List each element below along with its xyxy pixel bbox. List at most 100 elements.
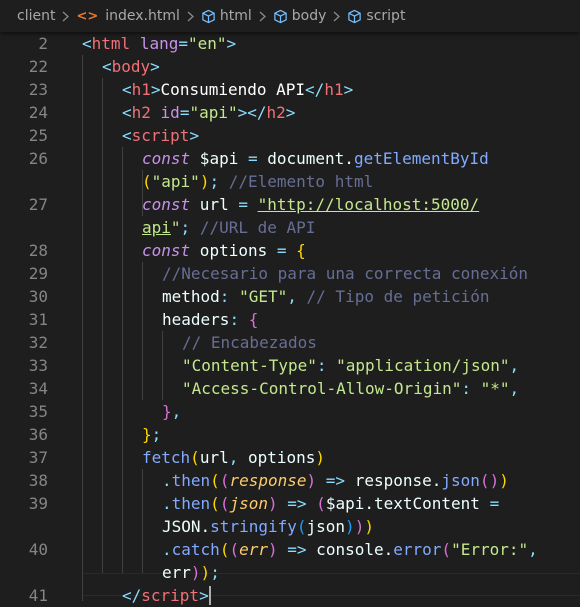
cube-icon [201, 9, 216, 24]
code-line[interactable]: 37 fetch(url, options) [0, 446, 580, 469]
html-file-icon: <> [76, 8, 99, 24]
code-text: err)); [162, 561, 220, 584]
code-token: $api.textContent [325, 494, 490, 513]
code-token: ( [210, 494, 220, 513]
code-line[interactable]: 32 // Encabezados [0, 331, 580, 354]
code-text: const url = "http://localhost:5000/ [142, 193, 479, 216]
code-text: JSON.stringify(json))) [162, 515, 374, 538]
code-token: ( [316, 494, 326, 513]
code-text: const $api = document.getElementById [142, 147, 489, 170]
breadcrumb-item-body[interactable]: body [292, 8, 327, 24]
code-token: < [122, 80, 132, 99]
code-line[interactable]: err)); [0, 561, 580, 584]
code-text: <script> [122, 124, 199, 147]
code-line[interactable]: 33 "Content-Type": "application/json", [0, 354, 580, 377]
code-token: ) [489, 471, 500, 490]
code-token: err [239, 540, 268, 559]
breadcrumb-item-html[interactable]: html [220, 8, 252, 24]
code-line[interactable]: 30 method: "GET", // Tipo de petición [0, 285, 580, 308]
code-line[interactable]: 35}, [0, 400, 580, 423]
code-line[interactable]: 28 const options = { [0, 239, 580, 262]
code-token: ) [345, 517, 355, 536]
code-token: => [325, 471, 346, 490]
code-line[interactable]: 25 <script> [0, 124, 580, 147]
code-token: </ [122, 586, 142, 605]
code-token: , [528, 540, 538, 559]
line-number: 37 [28, 448, 48, 467]
code-token: const [142, 241, 191, 260]
code-line[interactable]: api"; //URL de API [0, 216, 580, 239]
code-token: > [199, 586, 209, 605]
line-number: 34 [28, 379, 48, 398]
code-line[interactable]: ("api"); //Elemento html [0, 170, 580, 193]
code-token: script [141, 586, 200, 605]
code-text: .then((json) => ($api.textContent = [162, 492, 499, 515]
code-token: > [150, 57, 160, 76]
code-token: ( [296, 517, 307, 536]
code-line[interactable]: 31 headers: { [0, 308, 580, 331]
line-number: 28 [28, 241, 48, 260]
code-token: : [461, 379, 471, 398]
code-text: api"; //URL de API [142, 216, 315, 239]
code-token: ( [210, 471, 220, 490]
code-line[interactable]: 40 .catch((err) => console.error("Error:"… [0, 538, 580, 561]
code-token: fetch [142, 448, 191, 467]
code-line[interactable]: 2 <html lang="en"> [0, 32, 580, 55]
code-token: ) [200, 563, 211, 582]
code-text: // Encabezados [182, 331, 317, 354]
code-token: ) [199, 172, 210, 191]
code-line[interactable]: 39 .then((json) => ($api.textContent = [0, 492, 580, 515]
code-token: : [229, 310, 240, 329]
cube-icon [347, 9, 362, 24]
code-token: lang [139, 34, 179, 53]
line-number: 25 [28, 126, 48, 145]
code-line[interactable]: 41 </script> [0, 584, 580, 607]
code-token: ) [190, 563, 201, 582]
code-line[interactable]: JSON.stringify(json))) [0, 515, 580, 538]
code-text: </script> [122, 584, 211, 607]
code-token: , [228, 448, 239, 467]
code-line[interactable]: 22 <body> [0, 55, 580, 78]
code-line[interactable]: 34 "Access-Control-Allow-Origin": "*", [0, 377, 580, 400]
code-line[interactable]: 29 //Necesario para una correcta conexión [0, 262, 580, 285]
code-line[interactable]: 38 .then((response) => response.json()) [0, 469, 580, 492]
code-line[interactable]: 23 <h1>Consumiendo API</h1> [0, 78, 580, 101]
line-number: 32 [28, 333, 48, 352]
breadcrumb-item-file[interactable]: index.html [105, 8, 180, 24]
code-line[interactable]: 24 <h2 id="api"></h2> [0, 101, 580, 124]
code-token: script [131, 126, 190, 145]
breadcrumb-item-script[interactable]: script [366, 8, 405, 24]
code-token: < [102, 57, 112, 76]
code-token: = [247, 149, 258, 168]
line-number: 24 [28, 103, 48, 122]
code-token: "Content-Type" [182, 356, 317, 375]
code-token: ) [267, 494, 278, 513]
code-token: h2 [131, 103, 151, 122]
code-token: > [285, 103, 296, 122]
code-token: stringify [210, 517, 297, 536]
code-token: "Access-Control-Allow-Origin" [182, 379, 462, 398]
breadcrumb-item-client[interactable]: client [17, 8, 55, 24]
code-token: json [229, 494, 268, 513]
code-line[interactable]: 26 const $api = document.getElementById [0, 147, 580, 170]
code-editor[interactable]: 2 <html lang="en"> 22 <body> 23 <h1>Consumien… [0, 32, 580, 605]
code-token: ; [151, 425, 162, 444]
code-line[interactable]: 27 const url = "http://localhost:5000/ [0, 193, 580, 216]
code-line[interactable]: 36}; [0, 423, 580, 446]
code-text: }; [142, 423, 161, 446]
code-token: headers [162, 310, 230, 329]
code-token: ; [180, 218, 191, 237]
chevron-right-icon [187, 11, 194, 22]
code-token: . [162, 540, 172, 559]
chevron-right-icon [259, 11, 266, 22]
code-token: ) [268, 540, 278, 559]
